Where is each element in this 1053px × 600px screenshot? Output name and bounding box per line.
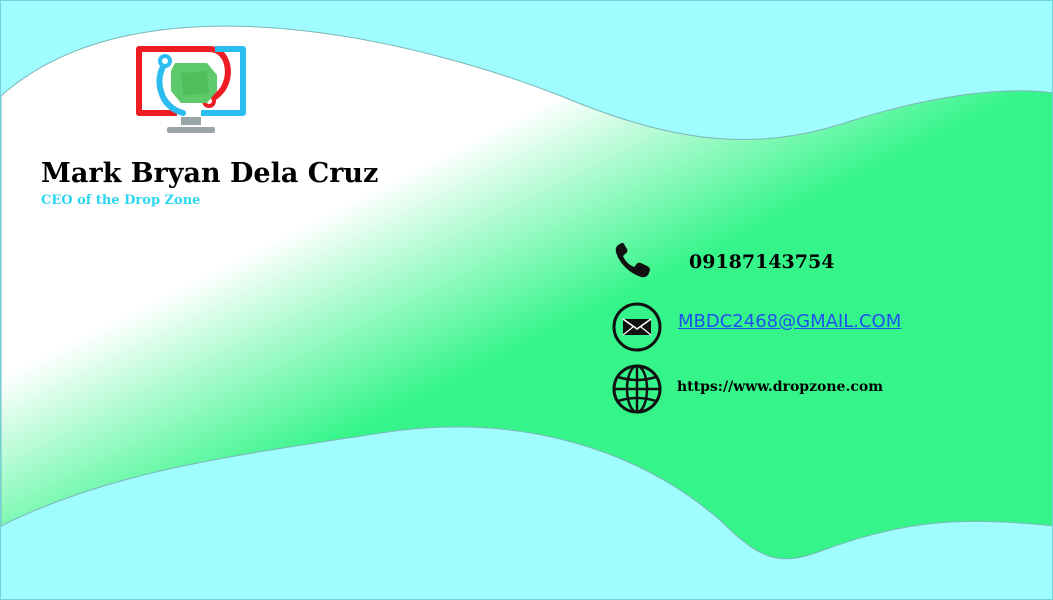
envelope-icon	[612, 302, 662, 352]
website-url: https://www.dropzone.com	[677, 379, 884, 395]
job-title: CEO of the Drop Zone	[41, 193, 201, 208]
business-card: Mark Bryan Dela Cruz CEO of the Drop Zon…	[0, 0, 1053, 600]
email-link[interactable]: MBDC2468@GMAIL.COM	[678, 311, 901, 332]
globe-icon	[612, 364, 662, 414]
phone-number: 09187143754	[689, 251, 835, 273]
phone-icon	[615, 242, 650, 278]
monitor-logo-icon	[136, 46, 246, 133]
person-name: Mark Bryan Dela Cruz	[41, 158, 379, 189]
